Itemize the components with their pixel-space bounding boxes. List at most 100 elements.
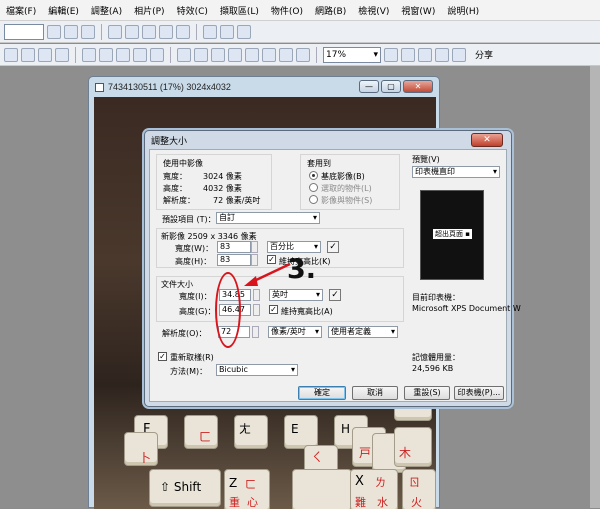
apply-both-radio[interactable] — [309, 195, 318, 204]
save-icon[interactable] — [38, 47, 52, 62]
open-icon[interactable] — [21, 47, 35, 62]
memory-value: 24,596 KB — [412, 364, 454, 373]
resample-checkbox[interactable]: ✓ — [158, 352, 167, 361]
resolution-preset-select[interactable]: 使用者定義 — [328, 326, 398, 338]
cut-icon[interactable] — [82, 47, 96, 62]
toolbar-separator — [75, 46, 76, 63]
crop-icon[interactable] — [177, 47, 191, 62]
reset-button[interactable]: 重設(S) — [404, 386, 450, 400]
close-button[interactable]: ✕ — [403, 80, 433, 93]
annotation-step-number: 3. — [287, 254, 317, 285]
apply-to-group: 套用到 基底影像(B) 選取的物件(L) 影像與物件(S) — [300, 154, 400, 210]
tool-icon[interactable] — [125, 24, 139, 39]
color-icon[interactable] — [228, 47, 242, 62]
tool-icon[interactable] — [81, 24, 95, 39]
printer-heading: 目前印表機： — [412, 293, 460, 302]
current-res-value: 72 像素/英吋 — [213, 196, 261, 205]
tool-icon[interactable] — [203, 24, 217, 39]
share-icon[interactable] — [452, 47, 466, 62]
menu-file[interactable]: 檔案(F) — [0, 4, 42, 17]
menu-help[interactable]: 說明(H) — [441, 4, 485, 17]
image-icon — [95, 82, 104, 92]
paste-icon[interactable] — [116, 47, 130, 62]
enhance-icon[interactable] — [245, 47, 259, 62]
effects-icon[interactable] — [279, 47, 293, 62]
menu-edit[interactable]: 編輯(E) — [42, 4, 85, 17]
method-select[interactable]: Bicubic — [216, 364, 298, 376]
menu-web[interactable]: 網路(B) — [309, 4, 352, 17]
resolution-unit-select[interactable]: 像素/英吋 — [268, 326, 322, 338]
ok-button[interactable]: 確定 — [298, 386, 346, 400]
minimize-button[interactable]: — — [359, 80, 379, 93]
redeye-icon[interactable] — [262, 47, 276, 62]
new-icon[interactable] — [4, 47, 18, 62]
doc-keep-ratio-checkbox[interactable]: ✓ — [269, 305, 278, 314]
tool-icon[interactable] — [237, 24, 251, 39]
share-label[interactable]: 分享 — [475, 48, 493, 61]
menu-selection[interactable]: 擷取區(L) — [214, 4, 265, 17]
new-width-spinner[interactable] — [251, 241, 258, 253]
new-width-input[interactable]: 83 — [217, 241, 251, 253]
menu-window[interactable]: 視窗(W) — [395, 4, 441, 17]
keyboard-key: ㄖ火 — [402, 469, 436, 509]
doc-keep-ratio-label: 維持寬高比(A) — [281, 307, 333, 316]
apply-selection-radio[interactable] — [309, 183, 318, 192]
dialog-close-button[interactable]: ✕ — [471, 133, 503, 147]
restore-button[interactable]: ▢ — [381, 80, 401, 93]
undo-icon[interactable] — [133, 47, 147, 62]
tool-icon[interactable] — [142, 24, 156, 39]
dialog-titlebar[interactable]: 調整大小 — [145, 131, 511, 149]
brush-size-field[interactable] — [4, 23, 44, 40]
keyboard-key: Zㄈ重心 — [224, 469, 270, 509]
tool-icon[interactable] — [159, 24, 173, 39]
new-height-label: 高度(H)： — [175, 257, 212, 266]
rotate-icon[interactable] — [194, 47, 208, 62]
workspace-scrollbar[interactable] — [590, 66, 600, 508]
redo-icon[interactable] — [150, 47, 164, 62]
zoom-in-icon[interactable] — [384, 47, 398, 62]
tool-icon[interactable] — [64, 24, 78, 39]
apply-both-label: 影像與物件(S) — [321, 196, 373, 205]
menu-effects[interactable]: 特效(C) — [171, 4, 214, 17]
apply-base-radio[interactable] — [309, 171, 318, 180]
doc-unit-value: 英吋 — [272, 290, 288, 299]
menu-view[interactable]: 檢視(V) — [352, 4, 395, 17]
resample-label: 重新取樣(R) — [170, 353, 214, 362]
keyboard-key: E — [284, 415, 318, 449]
fit-icon[interactable] — [418, 47, 432, 62]
zoom-out-icon[interactable] — [401, 47, 415, 62]
window-controls: — ▢ ✕ — [359, 80, 433, 93]
resize-icon[interactable] — [211, 47, 225, 62]
text-icon[interactable] — [296, 47, 310, 62]
toolbar-separator — [196, 23, 197, 40]
aspect-lock-icon[interactable]: ✓ — [327, 241, 339, 253]
doc-unit-select[interactable]: 英吋 — [269, 289, 323, 301]
doc-aspect-lock-icon[interactable]: ✓ — [329, 289, 341, 301]
copy-icon[interactable] — [99, 47, 113, 62]
doc-width-spinner[interactable] — [253, 289, 260, 301]
annotation-arrow — [244, 262, 291, 286]
current-image-group: 使用中影像 寬度： 3024 像素 高度： 4032 像素 解析度： 72 像素… — [156, 154, 272, 210]
menu-adjust[interactable]: 調整(A) — [85, 4, 128, 17]
doc-width-label: 寬度(I)： — [179, 292, 212, 301]
print-icon[interactable] — [55, 47, 69, 62]
cancel-button[interactable]: 取消 — [352, 386, 398, 400]
menu-object[interactable]: 物件(O) — [265, 4, 309, 17]
tool-icon[interactable] — [220, 24, 234, 39]
keyboard-key: 卜 — [124, 432, 158, 466]
preview-select[interactable]: 印表機直印 — [412, 166, 500, 178]
printer-button[interactable]: 印表機(P)... — [454, 386, 504, 400]
tool-icon[interactable] — [176, 24, 190, 39]
actual-size-icon[interactable] — [435, 47, 449, 62]
current-width-value: 3024 像素 — [203, 172, 242, 181]
new-unit-select[interactable]: 百分比 — [267, 241, 321, 253]
resolution-spinner[interactable] — [252, 326, 259, 338]
resize-dialog: 調整大小 ✕ 使用中影像 寬度： 3024 像素 高度： 4032 像素 解析度… — [144, 130, 521, 407]
menu-photo[interactable]: 相片(P) — [128, 4, 170, 17]
preset-select[interactable]: 自訂 — [216, 212, 320, 224]
doc-height-spinner[interactable] — [253, 304, 260, 316]
toolbar-separator — [170, 46, 171, 63]
tool-icon[interactable] — [108, 24, 122, 39]
zoom-select[interactable]: 17% ▾ — [323, 46, 381, 63]
tool-icon[interactable] — [47, 24, 61, 39]
